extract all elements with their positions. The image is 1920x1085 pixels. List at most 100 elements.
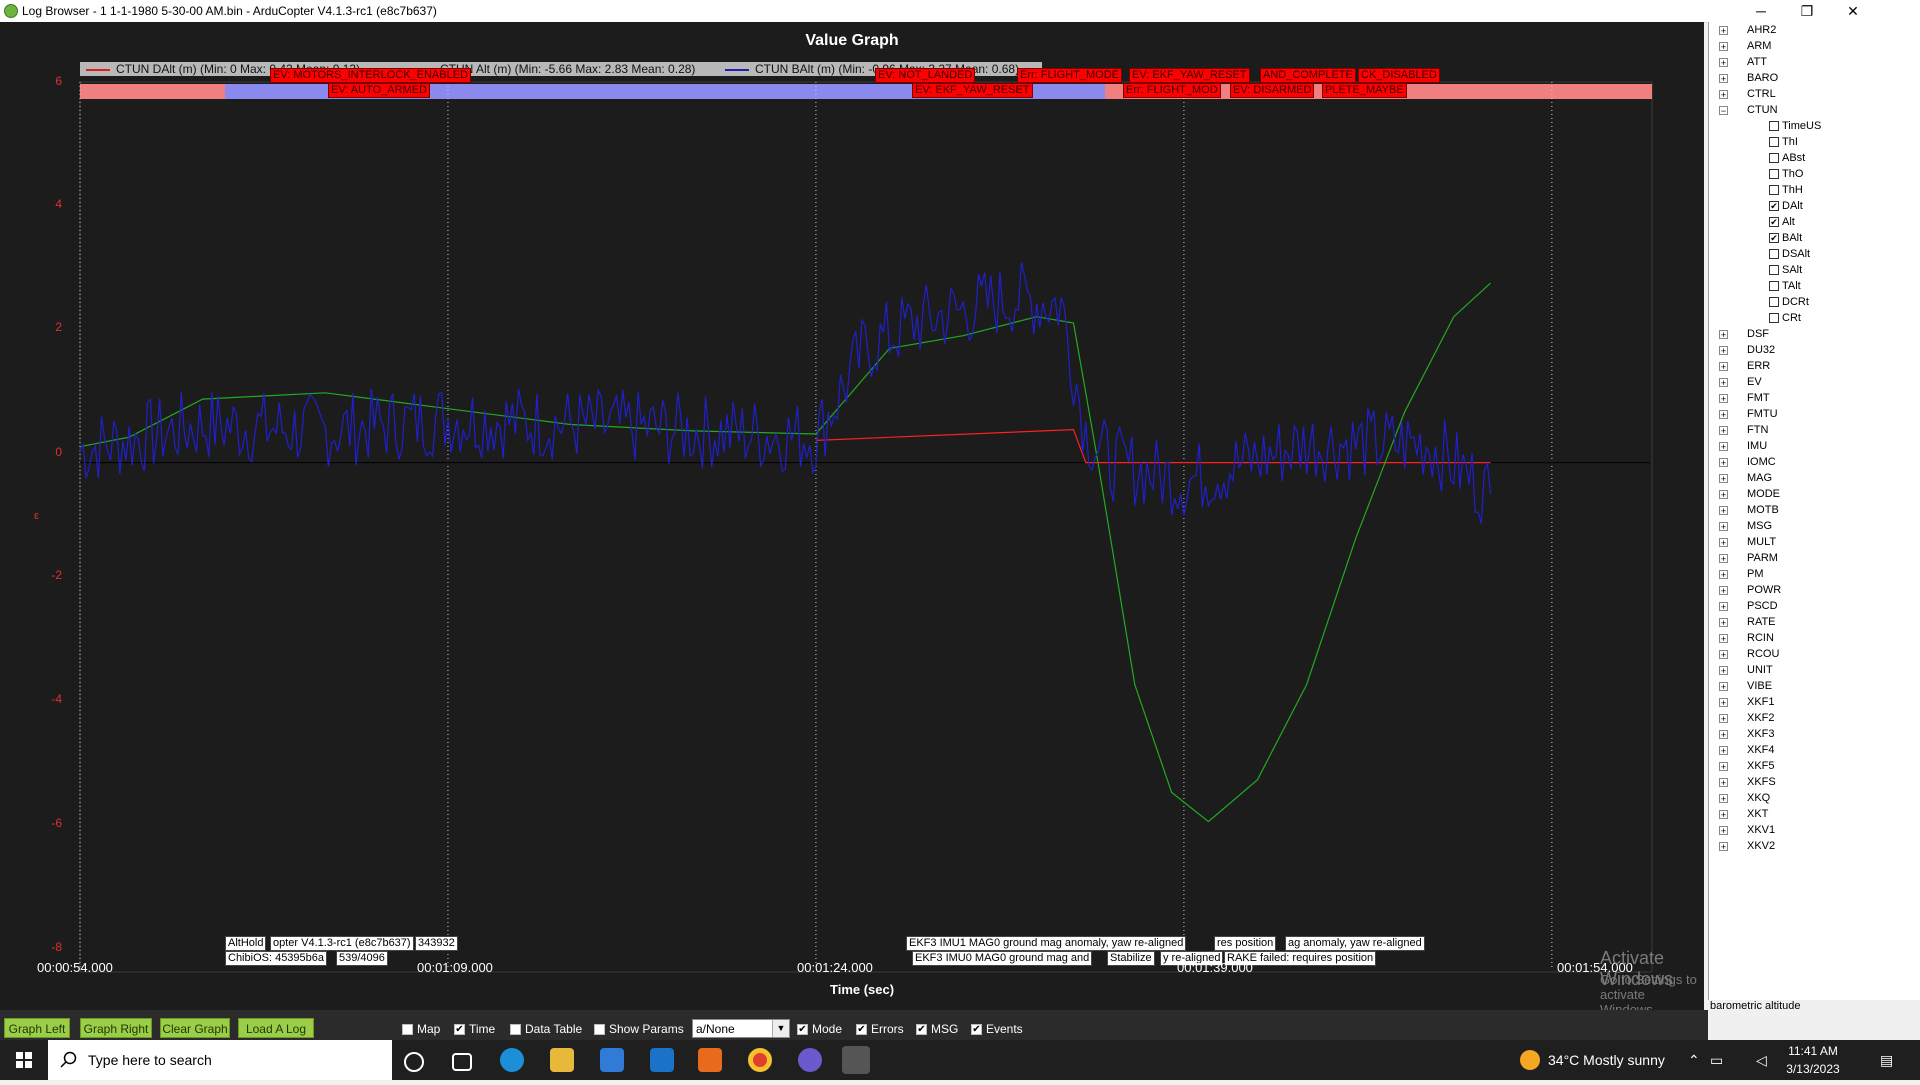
- tree-group-xkf5[interactable]: XKF5: [1747, 758, 1775, 774]
- tree-expander[interactable]: +: [1719, 42, 1728, 52]
- tree-group-ahr2[interactable]: AHR2: [1747, 22, 1776, 38]
- field-checkbox[interactable]: [1769, 281, 1779, 292]
- tree-group-xkq[interactable]: XKQ: [1747, 790, 1770, 806]
- tree-group-ev[interactable]: EV: [1747, 374, 1762, 390]
- tree-group-du32[interactable]: DU32: [1747, 342, 1775, 358]
- tree-group-pscd[interactable]: PSCD: [1747, 598, 1778, 614]
- tree-group-xkv2[interactable]: XKV2: [1747, 838, 1775, 854]
- tree-expander[interactable]: +: [1719, 410, 1728, 420]
- tree-expander[interactable]: +: [1719, 378, 1728, 388]
- windows-logo-icon[interactable]: [0, 1040, 48, 1080]
- tree-field-crt[interactable]: CRt: [1769, 310, 1801, 326]
- checkbox-box[interactable]: ✔: [916, 1024, 927, 1036]
- checkbox-box[interactable]: ✔: [971, 1024, 982, 1036]
- tree-group-mag[interactable]: MAG: [1747, 470, 1772, 486]
- tree-group-msg[interactable]: MSG: [1747, 518, 1772, 534]
- checkbox-box[interactable]: ✔: [454, 1024, 465, 1036]
- field-checkbox[interactable]: [1769, 153, 1779, 164]
- tree-group-pm[interactable]: PM: [1747, 566, 1764, 582]
- tree-group-rcin[interactable]: RCIN: [1747, 630, 1774, 646]
- tree-expander[interactable]: +: [1719, 490, 1728, 500]
- log-message-tree[interactable]: + AHR2 + ARM + ATT + BARO + CTRL − CTUN TimeUS ThI ABs…: [1708, 22, 1920, 1000]
- tree-field-dsalt[interactable]: DSAlt: [1769, 246, 1810, 262]
- tree-group-rcou[interactable]: RCOU: [1747, 646, 1779, 662]
- start-button[interactable]: [0, 1040, 48, 1080]
- tree-field-tho[interactable]: ThO: [1769, 166, 1803, 182]
- tree-group-fmtu[interactable]: FMTU: [1747, 406, 1778, 422]
- tree-expander[interactable]: +: [1719, 58, 1728, 68]
- tree-expander[interactable]: +: [1719, 730, 1728, 740]
- tree-expander[interactable]: +: [1719, 362, 1728, 372]
- mode-checkbox[interactable]: ✔ Mode: [797, 1022, 842, 1036]
- tree-field-dalt[interactable]: ✔ DAlt: [1769, 198, 1803, 214]
- minimize-button[interactable]: ─: [1738, 0, 1784, 22]
- field-checkbox[interactable]: [1769, 185, 1779, 196]
- graph-left-button[interactable]: Graph Left: [4, 1018, 70, 1038]
- checkbox-box[interactable]: [510, 1024, 521, 1036]
- tree-group-xkf2[interactable]: XKF2: [1747, 710, 1775, 726]
- tree-field-abst[interactable]: ABst: [1769, 150, 1805, 166]
- tree-expander[interactable]: +: [1719, 842, 1728, 852]
- tree-group-att[interactable]: ATT: [1747, 54, 1767, 70]
- checkbox-box[interactable]: [402, 1024, 413, 1036]
- tree-group-ctrl[interactable]: CTRL: [1747, 86, 1776, 102]
- tree-expander[interactable]: +: [1719, 778, 1728, 788]
- tree-expander[interactable]: +: [1719, 538, 1728, 548]
- tree-field-thi[interactable]: ThI: [1769, 134, 1798, 150]
- field-checkbox[interactable]: ✔: [1769, 217, 1779, 228]
- tree-expander[interactable]: −: [1719, 106, 1728, 116]
- tree-group-xkf3[interactable]: XKF3: [1747, 726, 1775, 742]
- tree-group-rate[interactable]: RATE: [1747, 614, 1776, 630]
- tree-expander[interactable]: +: [1719, 762, 1728, 772]
- load-log-button[interactable]: Load A Log: [238, 1018, 314, 1038]
- tree-field-talt[interactable]: TAlt: [1769, 278, 1801, 294]
- msg-checkbox[interactable]: ✔ MSG: [916, 1022, 958, 1036]
- app-icon-purple[interactable]: [798, 1048, 822, 1072]
- tree-expander[interactable]: +: [1719, 634, 1728, 644]
- plot-canvas[interactable]: [0, 22, 1704, 1010]
- field-checkbox[interactable]: [1769, 137, 1779, 148]
- mission-planner-icon[interactable]: [842, 1046, 870, 1074]
- tree-expander[interactable]: +: [1719, 474, 1728, 484]
- chevron-down-icon[interactable]: ▼: [772, 1020, 789, 1037]
- restore-button[interactable]: ❐: [1784, 0, 1830, 22]
- field-checkbox[interactable]: ✔: [1769, 233, 1779, 244]
- tree-expander[interactable]: +: [1719, 794, 1728, 804]
- field-checkbox[interactable]: [1769, 297, 1779, 308]
- map-checkbox[interactable]: Map: [402, 1022, 440, 1036]
- field-checkbox[interactable]: ✔: [1769, 201, 1779, 212]
- checkbox-box[interactable]: [594, 1024, 605, 1036]
- tree-expander[interactable]: +: [1719, 666, 1728, 676]
- tree-expander[interactable]: +: [1719, 346, 1728, 356]
- mode-combo[interactable]: a/None ▼: [692, 1019, 790, 1038]
- tree-group-ctun[interactable]: CTUN: [1747, 102, 1778, 118]
- tree-field-balt[interactable]: ✔ BAlt: [1769, 230, 1802, 246]
- field-checkbox[interactable]: [1769, 265, 1779, 276]
- tree-expander[interactable]: +: [1719, 810, 1728, 820]
- tree-group-xkfs[interactable]: XKFS: [1747, 774, 1776, 790]
- tree-expander[interactable]: +: [1719, 602, 1728, 612]
- tree-group-dsf[interactable]: DSF: [1747, 326, 1769, 342]
- tree-group-xkt[interactable]: XKT: [1747, 806, 1768, 822]
- value-graph[interactable]: Value Graph CTUN DAlt (m) (Min: 0 Max: 0…: [0, 22, 1704, 1017]
- time-checkbox[interactable]: ✔ Time: [454, 1022, 495, 1036]
- tree-group-mult[interactable]: MULT: [1747, 534, 1776, 550]
- field-checkbox[interactable]: [1769, 313, 1779, 324]
- mail-icon[interactable]: [650, 1048, 674, 1072]
- tree-expander[interactable]: +: [1719, 650, 1728, 660]
- tree-group-iomc[interactable]: IOMC: [1747, 454, 1776, 470]
- checkbox-box[interactable]: ✔: [856, 1024, 867, 1036]
- tree-field-dcrt[interactable]: DCRt: [1769, 294, 1809, 310]
- tree-field-thh[interactable]: ThH: [1769, 182, 1803, 198]
- tree-group-arm[interactable]: ARM: [1747, 38, 1771, 54]
- tree-expander[interactable]: +: [1719, 74, 1728, 84]
- close-button[interactable]: ✕: [1830, 0, 1876, 22]
- tree-group-parm[interactable]: PARM: [1747, 550, 1778, 566]
- chrome-icon[interactable]: [748, 1048, 772, 1072]
- tree-group-powr[interactable]: POWR: [1747, 582, 1781, 598]
- tree-expander[interactable]: +: [1719, 394, 1728, 404]
- tree-expander[interactable]: +: [1719, 618, 1728, 628]
- tree-expander[interactable]: +: [1719, 506, 1728, 516]
- cortana-icon[interactable]: [404, 1052, 424, 1072]
- tree-expander[interactable]: +: [1719, 682, 1728, 692]
